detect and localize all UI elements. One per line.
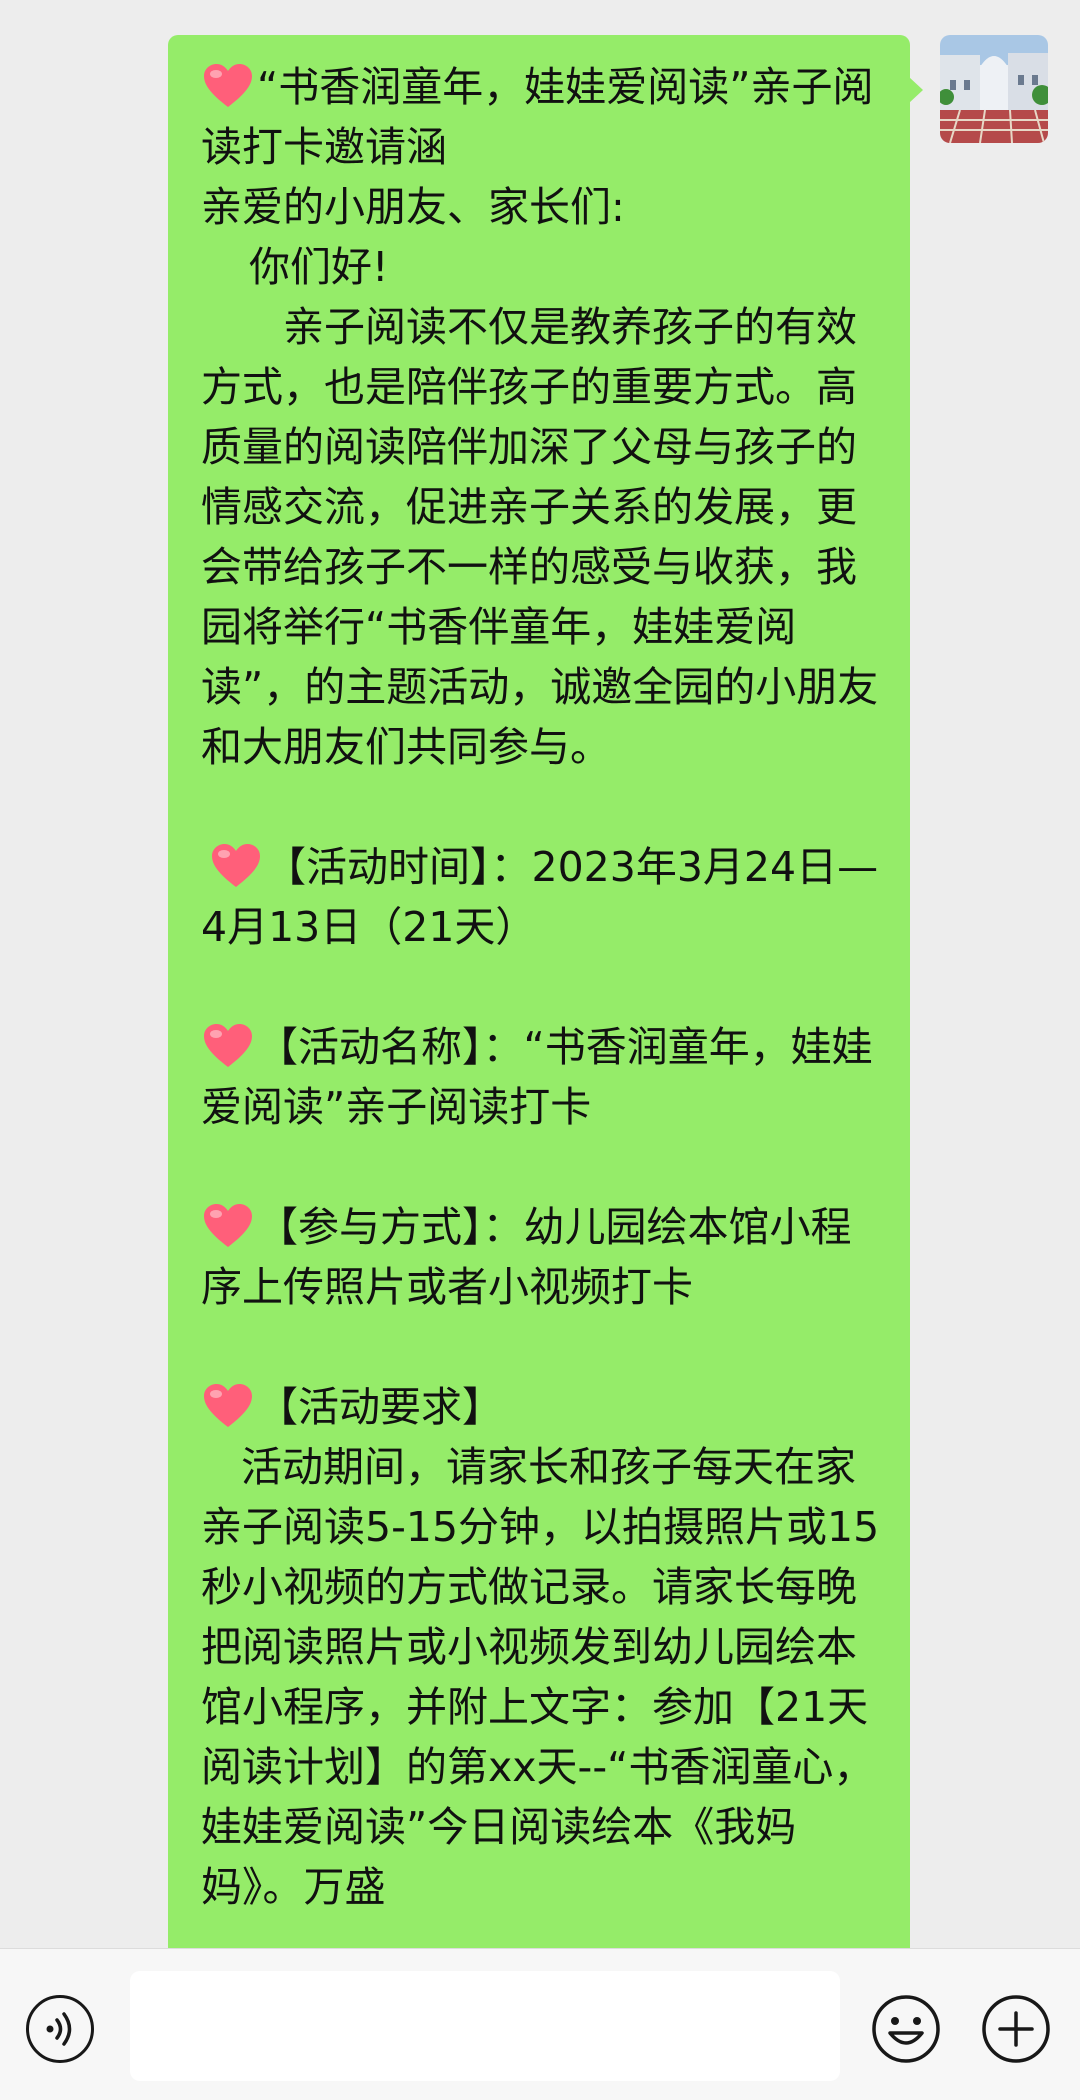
- input-bar: [0, 1948, 1080, 2100]
- avatar-image: [940, 35, 1048, 143]
- intro-paragraph: 亲子阅读不仅是教养孩子的有效方式，也是陪伴孩子的重要方式。高质量的阅读陪伴加深了…: [201, 303, 879, 771]
- voice-icon: [46, 2012, 72, 2046]
- participation-method: 【参与方式】：幼儿园绘本馆小程序上传照片或者小视频打卡: [201, 1203, 852, 1311]
- message-title-line: “书香润童年，娃娃爱阅读”亲子阅读打卡邀请涵: [201, 57, 891, 177]
- activity-time: 【活动时间】：2023年3月24日—4月13日（21天）: [201, 843, 879, 951]
- plus-icon: [982, 1995, 1050, 2063]
- voice-button[interactable]: [26, 1995, 94, 2063]
- participation-method-line: 【参与方式】：幼儿园绘本馆小程序上传照片或者小视频打卡: [201, 1197, 891, 1317]
- heart-emoji-icon: [201, 1201, 255, 1251]
- heart-emoji-icon: [201, 61, 255, 111]
- requirements-title: 【活动要求】: [257, 1383, 503, 1431]
- emoji-icon: [872, 1995, 940, 2063]
- heart-emoji-icon: [201, 1381, 255, 1431]
- message-input[interactable]: [130, 1971, 840, 2081]
- hello: 你们好!: [249, 243, 389, 291]
- requirements-body: 活动期间，请家长和孩子每天在家亲子阅读5-15分钟，以拍摄照片或15秒小视频的方…: [201, 1443, 880, 1911]
- message-title: “书香润童年，娃娃爱阅读”亲子阅读打卡邀请涵: [201, 63, 874, 171]
- activity-name-line: 【活动名称】：“书香润童年，娃娃爱阅读”亲子阅读打卡: [201, 1017, 891, 1137]
- greeting: 亲爱的小朋友、家长们:: [201, 183, 625, 231]
- chat-area: “书香润童年，娃娃爱阅读”亲子阅读打卡邀请涵 亲爱的小朋友、家长们: 你们好! …: [0, 0, 1080, 1948]
- more-button[interactable]: [980, 1993, 1052, 2065]
- activity-name: 【活动名称】：“书香润童年，娃娃爱阅读”亲子阅读打卡: [201, 1023, 873, 1131]
- emoji-button[interactable]: [870, 1993, 942, 2065]
- heart-emoji-icon: [209, 841, 263, 891]
- activity-time-line: 【活动时间】：2023年3月24日—4月13日（21天）: [201, 837, 891, 957]
- message-text: “书香润童年，娃娃爱阅读”亲子阅读打卡邀请涵 亲爱的小朋友、家长们: 你们好! …: [201, 57, 891, 1917]
- message-bubble[interactable]: “书香润童年，娃娃爱阅读”亲子阅读打卡邀请涵 亲爱的小朋友、家长们: 你们好! …: [168, 35, 923, 1948]
- avatar[interactable]: [940, 35, 1048, 143]
- requirements-title-line: 【活动要求】: [201, 1377, 891, 1437]
- heart-emoji-icon: [201, 1021, 255, 1071]
